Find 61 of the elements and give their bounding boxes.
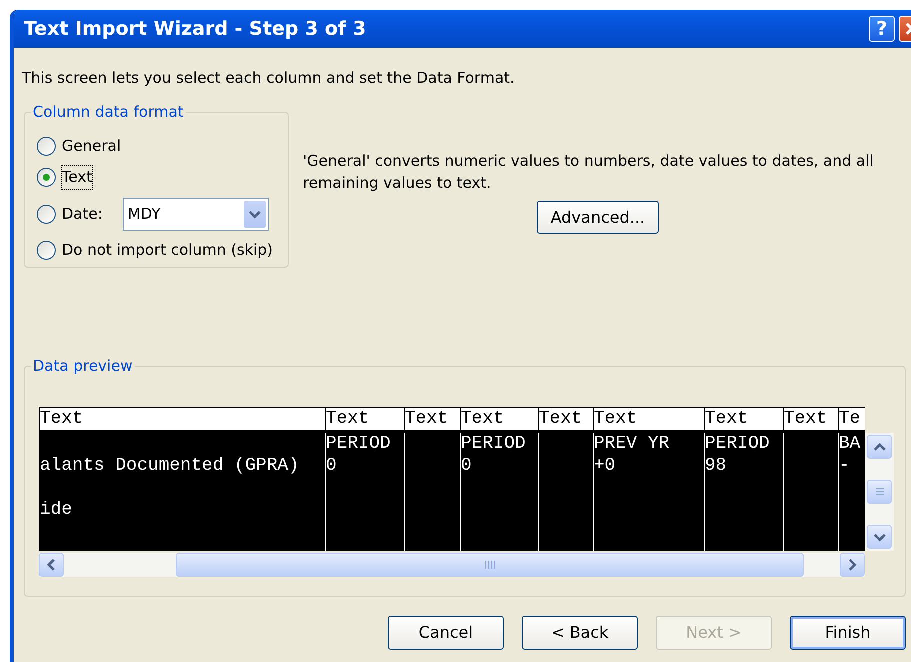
advanced-button[interactable]: Advanced... bbox=[537, 201, 659, 234]
column-header[interactable]: Text bbox=[40, 407, 326, 433]
column-header[interactable]: Text bbox=[461, 407, 539, 433]
scroll-down-button[interactable] bbox=[867, 525, 892, 549]
column-data[interactable]: BA - bbox=[839, 433, 865, 551]
table-cell: 0 bbox=[326, 455, 337, 477]
option-label: General bbox=[62, 136, 122, 158]
radio-button[interactable] bbox=[37, 168, 56, 187]
option-label: Text bbox=[62, 166, 92, 189]
table-cell: ide bbox=[40, 499, 72, 521]
scroll-up-button[interactable] bbox=[867, 435, 892, 459]
description-text: 'General' converts numeric values to numbers, date values to dates, and all remaining values to text. bbox=[303, 151, 875, 194]
help-button[interactable]: ? bbox=[869, 16, 895, 42]
column-header[interactable]: Text bbox=[594, 407, 705, 433]
chevron-down-icon bbox=[874, 532, 886, 542]
intro-text: This screen lets you select each column and set the Data Format. bbox=[22, 68, 516, 88]
table-cell: PERIOD bbox=[461, 433, 526, 455]
column-data[interactable]: alants Documented (GPRA) ide bbox=[40, 433, 326, 551]
radio-button[interactable] bbox=[37, 241, 56, 260]
chevron-down-icon bbox=[248, 210, 261, 218]
vertical-scrollbar[interactable] bbox=[865, 433, 894, 551]
table-cell: +0 bbox=[594, 455, 616, 477]
scroll-thumb[interactable] bbox=[176, 553, 804, 577]
scroll-left-button[interactable] bbox=[39, 553, 64, 577]
dropdown-button[interactable] bbox=[244, 200, 266, 228]
column-header[interactable]: Text bbox=[784, 407, 839, 433]
format-dropdown[interactable]: MDY bbox=[122, 198, 269, 230]
option-label: Date: bbox=[62, 204, 103, 225]
dropdown-value: MDY bbox=[126, 204, 162, 225]
table-cell: PERIOD bbox=[326, 433, 391, 455]
scroll-right-button[interactable] bbox=[840, 553, 865, 577]
grip-icon bbox=[484, 559, 496, 571]
dialog-button[interactable]: Finish bbox=[790, 616, 906, 650]
table-cell: PREV YR bbox=[594, 433, 670, 455]
column-data[interactable]: PERIOD 0 bbox=[326, 433, 405, 551]
column-header[interactable]: Text bbox=[539, 407, 594, 433]
table-cell: 0 bbox=[461, 455, 472, 477]
table-cell: BA bbox=[839, 433, 861, 455]
dialog-button[interactable]: Cancel bbox=[388, 616, 504, 650]
radio-button[interactable] bbox=[37, 137, 56, 156]
column-header[interactable]: Te bbox=[839, 407, 865, 433]
column-header[interactable]: Text bbox=[705, 407, 784, 433]
column-header[interactable]: Text bbox=[405, 407, 461, 433]
column-data[interactable]: PERIOD 0 bbox=[461, 433, 539, 551]
chevron-left-icon bbox=[47, 559, 56, 571]
chevron-up-icon bbox=[874, 442, 886, 452]
option-label: Do not import column (skip) bbox=[62, 240, 274, 262]
window-title: Text Import Wizard - Step 3 of 3 bbox=[24, 16, 368, 42]
table-cell: alants Documented (GPRA) bbox=[40, 455, 300, 477]
scroll-thumb[interactable] bbox=[867, 480, 892, 504]
grip-icon bbox=[874, 488, 886, 496]
table-cell: 98 bbox=[705, 455, 727, 477]
dialog-button[interactable]: < Back bbox=[522, 616, 638, 650]
table-cell: - bbox=[839, 455, 850, 477]
chevron-right-icon bbox=[848, 559, 857, 571]
radio-button[interactable] bbox=[37, 204, 56, 224]
column-data[interactable]: PREV YR +0 bbox=[594, 433, 705, 551]
column-header[interactable]: Text bbox=[326, 407, 405, 433]
column-data[interactable]: PERIOD 98 bbox=[705, 433, 784, 551]
horizontal-scrollbar[interactable] bbox=[39, 553, 865, 577]
table-cell: PERIOD bbox=[705, 433, 770, 455]
